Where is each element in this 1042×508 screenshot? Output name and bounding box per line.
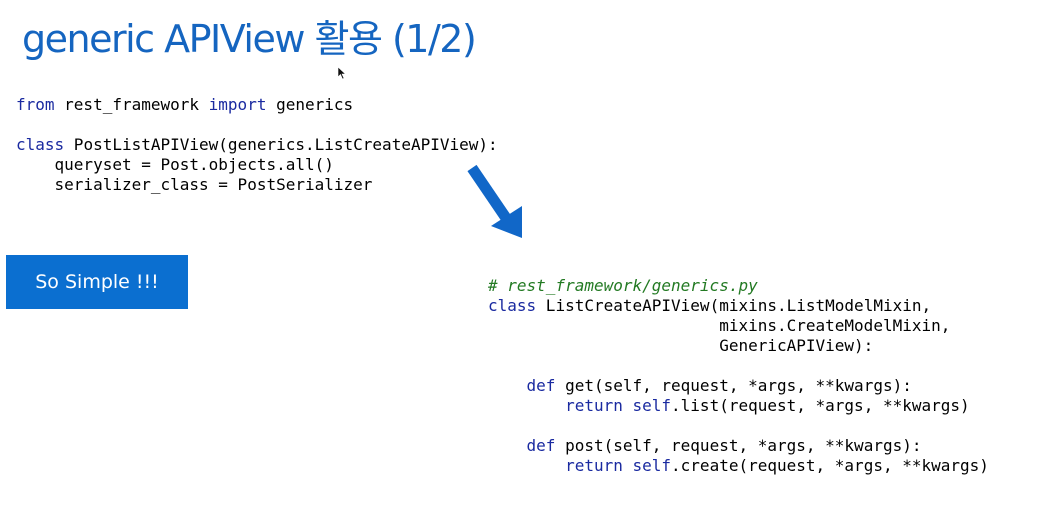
- slide-title: generic APIView 활용 (1/2): [22, 17, 477, 61]
- code-text: .list(request, *args, **kwargs): [671, 396, 970, 415]
- code-line: return self.list(request, *args, **kwarg…: [488, 396, 989, 416]
- code-keyword: def: [526, 436, 556, 455]
- code-line: def post(self, request, *args, **kwargs)…: [488, 436, 989, 456]
- code-line: serializer_class = PostSerializer: [16, 175, 498, 195]
- code-block-view: from rest_framework import generics clas…: [16, 95, 498, 195]
- code-keyword: return: [565, 456, 623, 475]
- code-text: GenericAPIView):: [488, 336, 874, 355]
- code-text: rest_framework: [54, 95, 209, 114]
- code-line: # rest_framework/generics.py: [488, 276, 989, 296]
- code-line: mixins.CreateModelMixin,: [488, 316, 989, 336]
- code-line: class PostListAPIView(generics.ListCreat…: [16, 135, 498, 155]
- code-line: def get(self, request, *args, **kwargs):: [488, 376, 989, 396]
- code-keyword: def: [526, 376, 556, 395]
- code-keyword: import: [208, 95, 267, 114]
- code-text: ListCreateAPIView(mixins.ListModelMixin,: [536, 296, 932, 315]
- code-text: get(self, request, *args, **kwargs):: [555, 376, 912, 395]
- code-line: queryset = Post.objects.all(): [16, 155, 498, 175]
- down-right-arrow-icon: [467, 164, 522, 238]
- code-line: return self.create(request, *args, **kwa…: [488, 456, 989, 476]
- code-text: queryset = Post.objects.all(): [16, 155, 334, 174]
- code-keyword: from: [16, 95, 55, 114]
- code-text: PostListAPIView(generics.ListCreateAPIVi…: [64, 135, 498, 154]
- code-text: serializer_class = PostSerializer: [16, 175, 373, 194]
- code-line: class ListCreateAPIView(mixins.ListModel…: [488, 296, 989, 316]
- code-text: generics: [266, 95, 354, 114]
- code-line: GenericAPIView):: [488, 336, 989, 356]
- code-text: post(self, request, *args, **kwargs):: [555, 436, 922, 455]
- code-keyword: class: [16, 135, 65, 154]
- code-text: mixins.CreateModelMixin,: [488, 316, 951, 335]
- code-keyword: class: [488, 296, 537, 315]
- code-keyword: return: [565, 396, 623, 415]
- code-block-generics: # rest_framework/generics.py class ListCr…: [488, 276, 989, 476]
- mouse-cursor-icon: [337, 66, 347, 80]
- code-comment: # rest_framework/generics.py: [488, 276, 758, 295]
- code-keyword: self: [632, 456, 672, 475]
- code-keyword: self: [632, 396, 672, 415]
- code-line: from rest_framework import generics: [16, 95, 498, 115]
- code-text: .create(request, *args, **kwargs): [671, 456, 989, 475]
- so-simple-badge: So Simple !!!: [6, 255, 188, 309]
